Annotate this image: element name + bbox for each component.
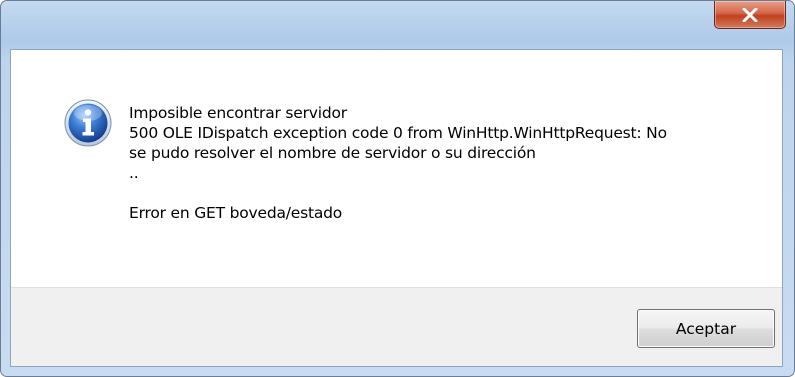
message-dialog: Imposible encontrar servidor 500 OLE IDi… <box>0 0 795 377</box>
close-icon <box>742 7 758 22</box>
message-line <box>129 183 749 203</box>
accept-button[interactable]: Aceptar <box>637 309 775 348</box>
dialog-content: Imposible encontrar servidor 500 OLE IDi… <box>10 49 783 367</box>
button-bar: Aceptar <box>11 287 782 366</box>
message-line: Error en GET boveda/estado <box>129 204 343 222</box>
message-line: 500 OLE IDispatch exception code 0 from … <box>129 124 667 142</box>
info-icon <box>64 99 112 147</box>
close-button[interactable] <box>714 1 786 29</box>
message-text: Imposible encontrar servidor 500 OLE IDi… <box>129 103 749 223</box>
message-line: se pudo resolver el nombre de servidor o… <box>129 144 536 162</box>
title-bar[interactable] <box>1 1 794 49</box>
message-area: Imposible encontrar servidor 500 OLE IDi… <box>11 50 782 287</box>
message-line: .. <box>129 164 139 182</box>
message-line: Imposible encontrar servidor <box>129 104 347 122</box>
